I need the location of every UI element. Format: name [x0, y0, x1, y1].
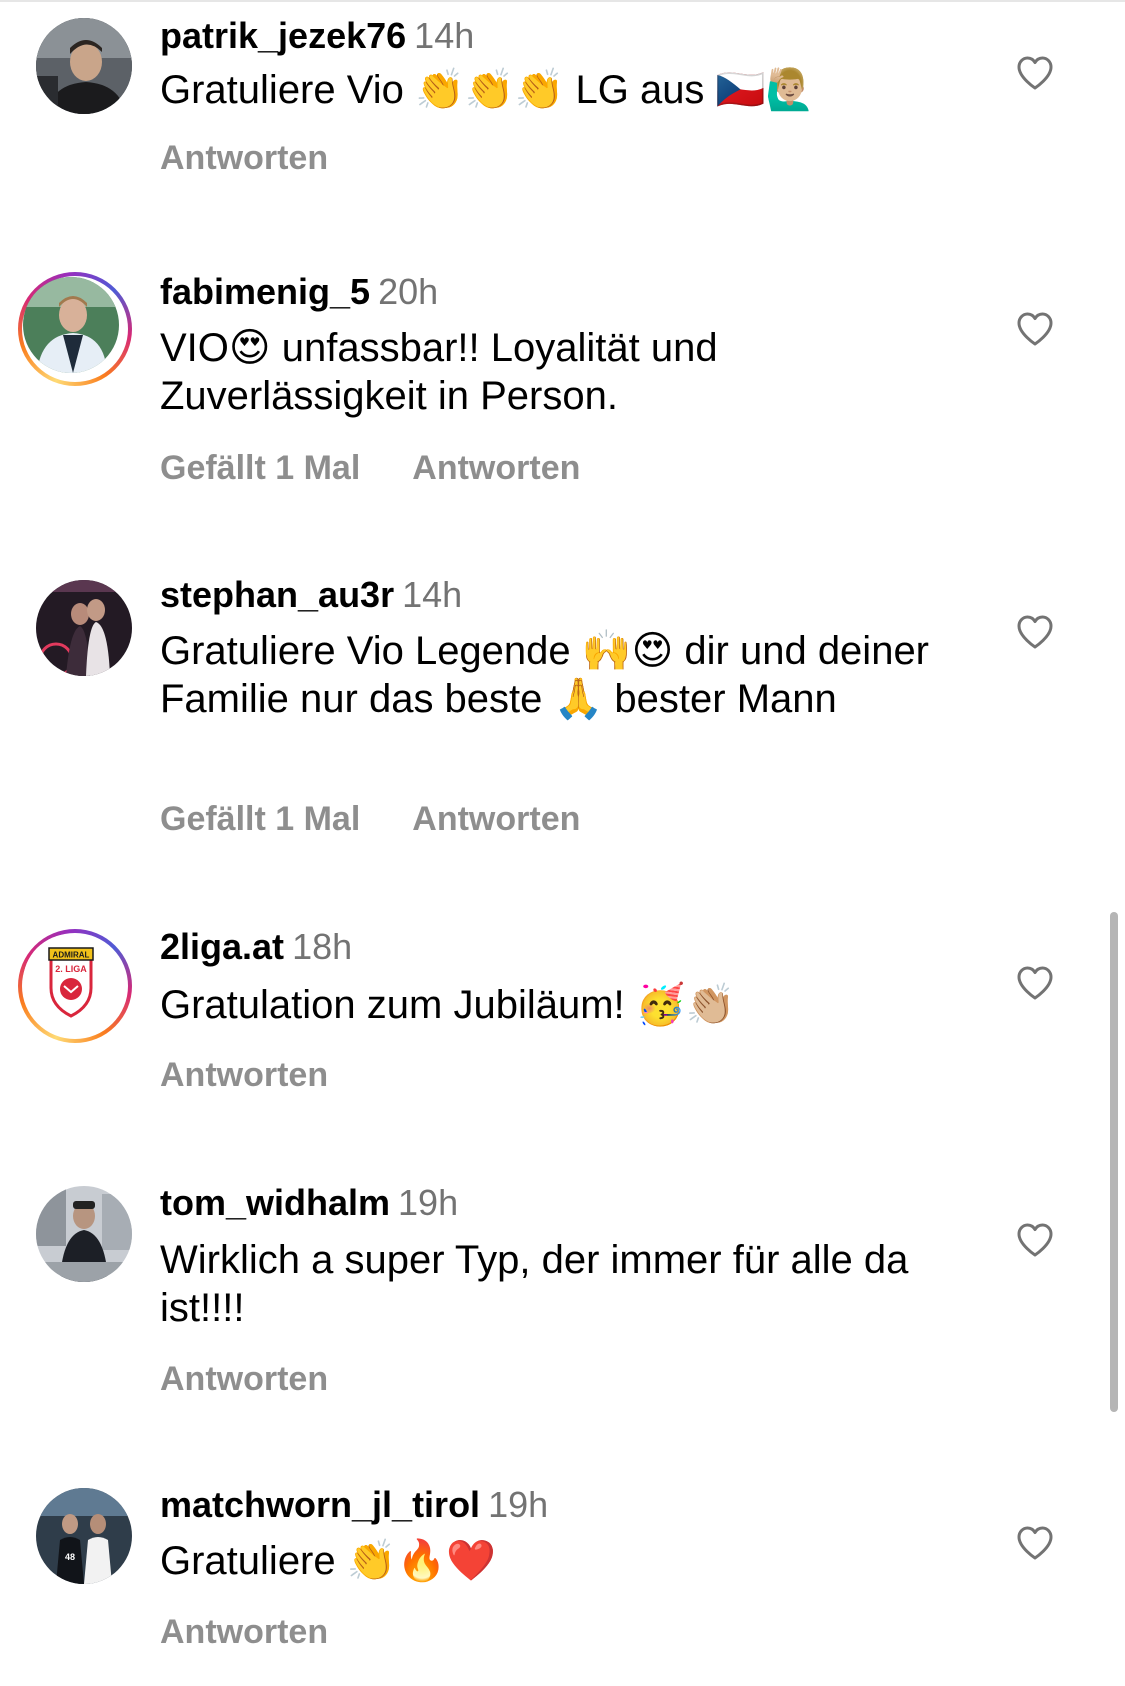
comment-text: Gratuliere Vio Legende 🙌😍 dir und deiner… — [160, 627, 960, 723]
comment-time: 14h — [402, 574, 463, 615]
profile-photo-car-driver — [36, 18, 132, 114]
heart-outline-icon[interactable] — [1016, 614, 1054, 650]
avatar[interactable]: 48 — [36, 1488, 132, 1584]
story-ring: ADMIRAL 2. LIGA — [22, 933, 128, 1039]
admiral-2-liga-logo: ADMIRAL 2. LIGA — [23, 934, 119, 1030]
comment-username[interactable]: stephan_au3r — [160, 574, 394, 615]
avatar[interactable] — [36, 1186, 132, 1282]
heart-outline-icon[interactable] — [1016, 1525, 1054, 1561]
likes-count[interactable]: Gefällt 1 Mal — [160, 448, 360, 488]
comment-username[interactable]: matchworn_jl_tirol — [160, 1484, 480, 1525]
heart-outline-icon[interactable] — [1016, 1222, 1054, 1258]
logo-league-text: 2. LIGA — [55, 964, 87, 974]
reply-button[interactable]: Antworten — [412, 799, 580, 839]
heart-outline-icon[interactable] — [1016, 965, 1054, 1001]
comment-time: 20h — [378, 271, 439, 312]
svg-text:48: 48 — [65, 1552, 75, 1562]
comment-username[interactable]: tom_widhalm — [160, 1182, 390, 1223]
comment-text-content: VIO😍 unfassbar!! Loyalität und Zuverläss… — [160, 326, 718, 418]
reply-button[interactable]: Antworten — [412, 448, 580, 488]
comments-screen: patrik_jezek76 14h Gratuliere Vio 👏👏👏 LG … — [0, 0, 1125, 1686]
profile-photo-man-street — [36, 1186, 132, 1282]
comment-text-content: Gratuliere 👏🔥❤️ — [160, 1539, 497, 1583]
comment-text: Wirklich a super Typ, der immer für alle… — [160, 1236, 960, 1332]
comment-text: VIO😍 unfassbar!! Loyalität und Zuverläss… — [160, 324, 960, 420]
reply-button[interactable]: Antworten — [160, 1612, 328, 1652]
comment-text-content: Gratuliere Vio 👏👏👏 LG aus 🇨🇿🙋🏼‍♂️ — [160, 68, 816, 112]
comment-text-content: Wirklich a super Typ, der immer für alle… — [160, 1238, 909, 1330]
comment-actions: Gefällt 1 Mal Antworten — [160, 799, 580, 839]
avatar[interactable] — [18, 272, 132, 386]
comment-actions: Antworten — [160, 138, 328, 178]
comment-time: 14h — [414, 15, 475, 56]
reply-button[interactable]: Antworten — [160, 1359, 328, 1399]
profile-photo-jersey-display: 48 — [36, 1488, 132, 1584]
reply-button[interactable]: Antworten — [160, 138, 328, 178]
comment-time: 19h — [488, 1484, 549, 1525]
avatar[interactable] — [36, 580, 132, 676]
comment-text-content: Gratuliere Vio Legende 🙌😍 dir und deiner… — [160, 629, 930, 721]
comment-text: Gratulation zum Jubiläum! 🥳👏🏼 — [160, 981, 960, 1029]
comment-actions: Antworten — [160, 1359, 328, 1399]
story-ring — [22, 276, 128, 382]
heart-outline-icon[interactable] — [1016, 311, 1054, 347]
comment-text: Gratuliere Vio 👏👏👏 LG aus 🇨🇿🙋🏼‍♂️ — [160, 66, 960, 114]
comment-username[interactable]: patrik_jezek76 — [160, 15, 406, 56]
comment-username[interactable]: 2liga.at — [160, 926, 284, 967]
comment-text-content: Gratulation zum Jubiläum! 🥳👏🏼 — [160, 983, 736, 1027]
comment-actions: Gefällt 1 Mal Antworten — [160, 448, 580, 488]
comment-actions: Antworten — [160, 1055, 328, 1095]
reply-button[interactable]: Antworten — [160, 1055, 328, 1095]
heart-outline-icon[interactable] — [1016, 55, 1054, 91]
comment-time: 19h — [398, 1182, 459, 1223]
avatar[interactable] — [36, 18, 132, 114]
avatar[interactable]: ADMIRAL 2. LIGA — [18, 929, 132, 1043]
logo-brand-text: ADMIRAL — [53, 951, 90, 960]
comment-time: 18h — [292, 926, 353, 967]
comment-actions: Antworten — [160, 1612, 328, 1652]
profile-photo-night-couple — [36, 580, 132, 676]
profile-photo-man-jacket — [23, 277, 119, 373]
scrollbar[interactable] — [1110, 912, 1118, 1412]
comment-username[interactable]: fabimenig_5 — [160, 271, 370, 312]
likes-count[interactable]: Gefällt 1 Mal — [160, 799, 360, 839]
top-divider — [0, 0, 1125, 2]
comment-text: Gratuliere 👏🔥❤️ — [160, 1537, 960, 1585]
